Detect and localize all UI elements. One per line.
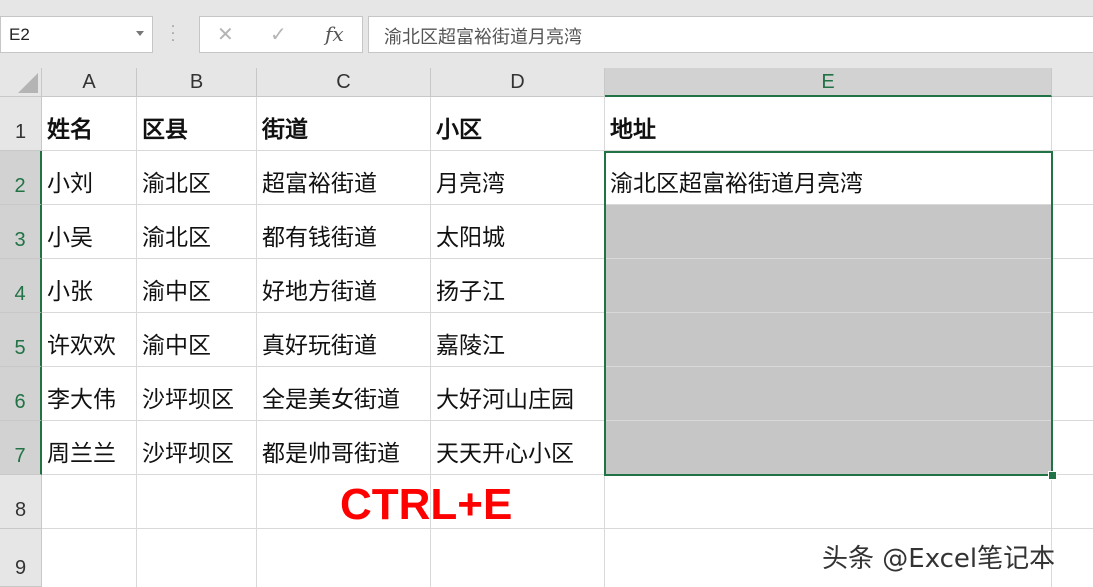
insert-function-icon[interactable]: fx [325,22,344,46]
cell-a3[interactable]: 小吴 [42,205,137,259]
column-header-f[interactable] [1052,68,1093,97]
cell-c6[interactable]: 全是美女街道 [257,367,431,421]
cell-a5[interactable]: 许欢欢 [42,313,137,367]
row-header-2[interactable]: 2 [0,151,42,205]
cell-b6[interactable]: 沙坪坝区 [137,367,257,421]
formula-bar-area: E2 · · · ✕ ✓ fx 渝北区超富裕街道月亮湾 [0,0,1093,68]
row-header-7[interactable]: 7 [0,421,42,475]
select-all-icon [18,73,38,93]
cell-f8[interactable] [1052,475,1093,529]
formula-content: 渝北区超富裕街道月亮湾 [384,27,582,48]
cell-a4[interactable]: 小张 [42,259,137,313]
cell-e3[interactable] [605,205,1052,259]
cancel-icon[interactable]: ✕ [217,22,234,46]
cell-b5[interactable]: 渝中区 [137,313,257,367]
cell-b2[interactable]: 渝北区 [137,151,257,205]
formula-buttons: ✕ ✓ fx [199,16,363,53]
cell-a8[interactable] [42,475,137,529]
row-header-6[interactable]: 6 [0,367,42,421]
cell-a9[interactable] [42,529,137,587]
column-header-c[interactable]: C [257,68,431,97]
row-header-5[interactable]: 5 [0,313,42,367]
cell-f6[interactable] [1052,367,1093,421]
cell-f7[interactable] [1052,421,1093,475]
cell-e6[interactable] [605,367,1052,421]
cell-c7[interactable]: 都是帅哥街道 [257,421,431,475]
cell-e1[interactable]: 地址 [605,97,1052,151]
row-header-1[interactable]: 1 [0,97,42,151]
cell-d9[interactable] [431,529,605,587]
column-header-a[interactable]: A [42,68,137,97]
name-box[interactable]: E2 [0,16,153,53]
cell-b9[interactable] [137,529,257,587]
cell-e5[interactable] [605,313,1052,367]
shortcut-annotation: CTRL+E [340,480,513,529]
cell-d5[interactable]: 嘉陵江 [431,313,605,367]
cell-e7[interactable] [605,421,1052,475]
cell-c4[interactable]: 好地方街道 [257,259,431,313]
column-header-e[interactable]: E [605,68,1052,97]
cell-d6[interactable]: 大好河山庄园 [431,367,605,421]
cell-c9[interactable] [257,529,431,587]
watermark: 头条 @Excel笔记本 [822,544,1056,574]
cell-a1[interactable]: 姓名 [42,97,137,151]
name-box-value: E2 [9,25,30,44]
cell-a2[interactable]: 小刘 [42,151,137,205]
cell-f2[interactable] [1052,151,1093,205]
cell-e4[interactable] [605,259,1052,313]
cell-b1[interactable]: 区县 [137,97,257,151]
row-header-8[interactable]: 8 [0,475,42,529]
cell-f5[interactable] [1052,313,1093,367]
cell-a7[interactable]: 周兰兰 [42,421,137,475]
cell-c1[interactable]: 街道 [257,97,431,151]
cell-b4[interactable]: 渝中区 [137,259,257,313]
enter-icon[interactable]: ✓ [270,22,287,46]
column-header-b[interactable]: B [137,68,257,97]
cell-d4[interactable]: 扬子江 [431,259,605,313]
cell-d2[interactable]: 月亮湾 [431,151,605,205]
cell-e2[interactable]: 渝北区超富裕街道月亮湾 [605,151,1052,205]
cell-f4[interactable] [1052,259,1093,313]
row-header-9[interactable]: 9 [0,529,42,587]
drag-handle-icon[interactable]: · · · [170,20,176,48]
cell-d1[interactable]: 小区 [431,97,605,151]
cell-c5[interactable]: 真好玩街道 [257,313,431,367]
cell-d3[interactable]: 太阳城 [431,205,605,259]
cell-c2[interactable]: 超富裕街道 [257,151,431,205]
formula-input[interactable]: 渝北区超富裕街道月亮湾 [368,16,1093,53]
row-header-4[interactable]: 4 [0,259,42,313]
row-header-3[interactable]: 3 [0,205,42,259]
column-header-d[interactable]: D [431,68,605,97]
select-all-button[interactable] [0,68,42,97]
cell-a6[interactable]: 李大伟 [42,367,137,421]
cell-d7[interactable]: 天天开心小区 [431,421,605,475]
cell-f3[interactable] [1052,205,1093,259]
chevron-down-icon[interactable] [136,31,144,36]
cell-f9[interactable] [1052,529,1093,587]
fill-handle[interactable] [1048,471,1057,480]
cell-b3[interactable]: 渝北区 [137,205,257,259]
cell-f1[interactable] [1052,97,1093,151]
cell-b8[interactable] [137,475,257,529]
cell-e8[interactable] [605,475,1052,529]
cell-c3[interactable]: 都有钱街道 [257,205,431,259]
cell-b7[interactable]: 沙坪坝区 [137,421,257,475]
